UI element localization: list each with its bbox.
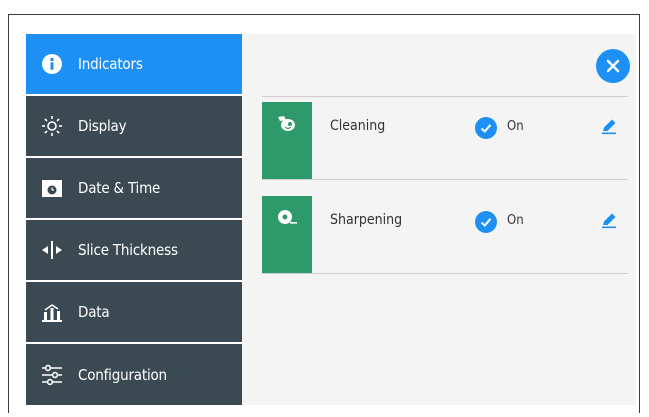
indicator-name: Sharpening (330, 212, 403, 228)
indicators-panel: Cleaning On Sharpening On (242, 34, 636, 405)
sidebar-item-label: Data (78, 303, 110, 321)
sharpening-tile (262, 196, 312, 274)
sliders-icon (38, 361, 66, 389)
sidebar-item-indicators[interactable]: Indicators (26, 34, 242, 94)
data-chart-icon (38, 298, 66, 326)
sidebar-item-label: Configuration (78, 365, 167, 384)
divider (262, 179, 628, 180)
sidebar-item-data[interactable]: Data (26, 282, 242, 342)
close-button[interactable] (596, 49, 630, 83)
sidebar-item-display[interactable]: Display (26, 96, 242, 156)
settings-screen: Indicators Display Date & Time Slice Thi… (26, 34, 636, 405)
divider (262, 96, 628, 97)
indicator-row-sharpening: Sharpening On (262, 196, 628, 274)
check-circle-icon (475, 211, 497, 233)
indicator-name: Cleaning (330, 118, 386, 134)
info-icon (38, 50, 66, 78)
indicator-status: On (507, 119, 524, 134)
indicator-status: On (507, 213, 524, 228)
sidebar-item-slice-thickness[interactable]: Slice Thickness (26, 220, 242, 280)
close-icon (606, 59, 620, 73)
divider (262, 273, 628, 274)
sidebar-item-label: Date & Time (78, 179, 161, 197)
sidebar-item-label: Slice Thickness (78, 241, 178, 259)
slice-thickness-icon (38, 236, 66, 264)
cleaning-icon (276, 114, 298, 139)
indicator-row-cleaning: Cleaning On (262, 96, 628, 180)
sidebar-item-label: Indicators (78, 55, 143, 73)
pencil-icon (602, 119, 616, 135)
brightness-icon (38, 112, 66, 140)
edit-button[interactable] (598, 115, 620, 137)
cleaning-tile (262, 102, 312, 180)
sharpening-icon (276, 208, 298, 233)
sidebar-item-label: Display (78, 117, 127, 135)
pencil-icon (602, 213, 616, 229)
calendar-clock-icon (38, 174, 66, 202)
check-circle-icon (475, 117, 497, 139)
sidebar-item-date-time[interactable]: Date & Time (26, 158, 242, 218)
sidebar-item-configuration[interactable]: Configuration (26, 344, 242, 405)
edit-button[interactable] (598, 209, 620, 231)
sidebar: Indicators Display Date & Time Slice Thi… (26, 34, 242, 405)
